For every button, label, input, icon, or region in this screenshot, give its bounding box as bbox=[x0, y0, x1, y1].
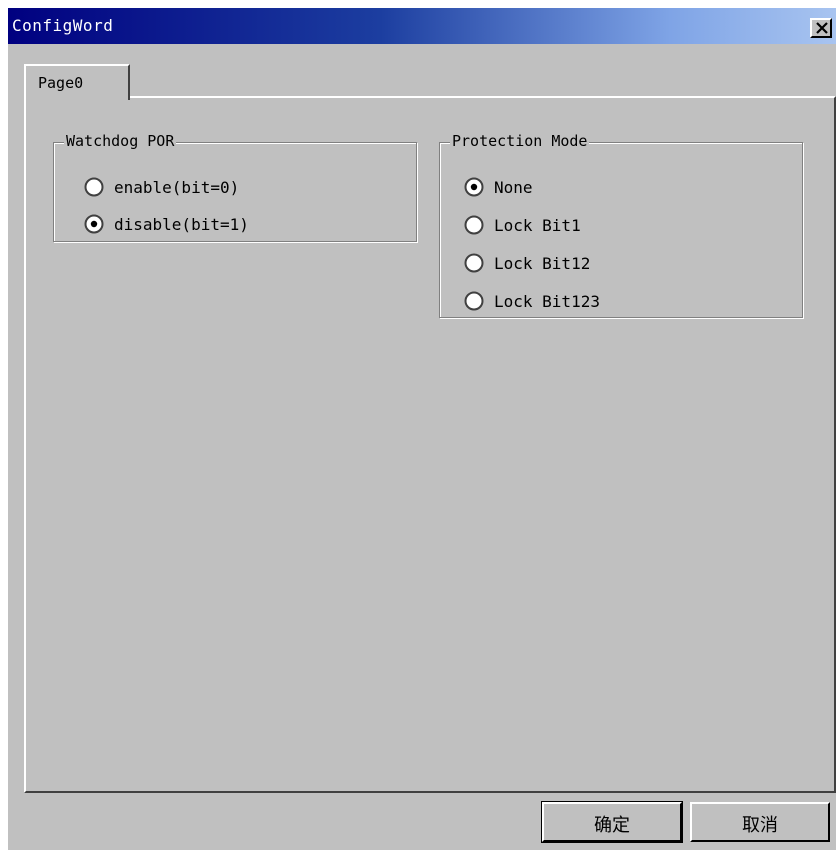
ok-button[interactable]: 确定 bbox=[541, 801, 683, 843]
radio-unselected-icon bbox=[464, 215, 484, 235]
config-word-dialog: ConfigWord Page0 Watchdog POR enable(bit… bbox=[8, 8, 836, 850]
watchdog-por-group: Watchdog POR enable(bit=0) disable(bit=1… bbox=[53, 132, 417, 242]
protection-mode-group: Protection Mode None Lock Bit1 Lock Bit1… bbox=[439, 132, 803, 318]
radio-unselected-icon bbox=[464, 253, 484, 273]
ok-button-label: 确定 bbox=[594, 815, 630, 836]
close-button[interactable] bbox=[810, 18, 832, 38]
watchdog-enable-label: enable(bit=0) bbox=[114, 178, 240, 197]
window-title: ConfigWord bbox=[12, 16, 114, 35]
protection-mode-title: Protection Mode bbox=[450, 132, 590, 150]
protection-none-label: None bbox=[494, 178, 533, 197]
protection-lockbit12-label: Lock Bit12 bbox=[494, 254, 591, 273]
cancel-button-label: 取消 bbox=[742, 815, 778, 836]
radio-unselected-icon bbox=[464, 291, 484, 311]
radio-unselected-icon bbox=[84, 177, 104, 197]
protection-lockbit123-label: Lock Bit123 bbox=[494, 292, 600, 311]
radio-selected-icon bbox=[84, 214, 104, 234]
cancel-button[interactable]: 取消 bbox=[690, 802, 830, 842]
radio-selected-icon bbox=[464, 177, 484, 197]
watchdog-por-title: Watchdog POR bbox=[64, 132, 177, 150]
tab-page0[interactable]: Page0 bbox=[24, 64, 130, 100]
tab-page0-label: Page0 bbox=[38, 74, 84, 92]
protection-lockbit1-label: Lock Bit1 bbox=[494, 216, 581, 235]
watchdog-disable-label: disable(bit=1) bbox=[114, 215, 249, 234]
close-icon bbox=[816, 22, 828, 34]
title-bar[interactable]: ConfigWord bbox=[8, 8, 836, 44]
